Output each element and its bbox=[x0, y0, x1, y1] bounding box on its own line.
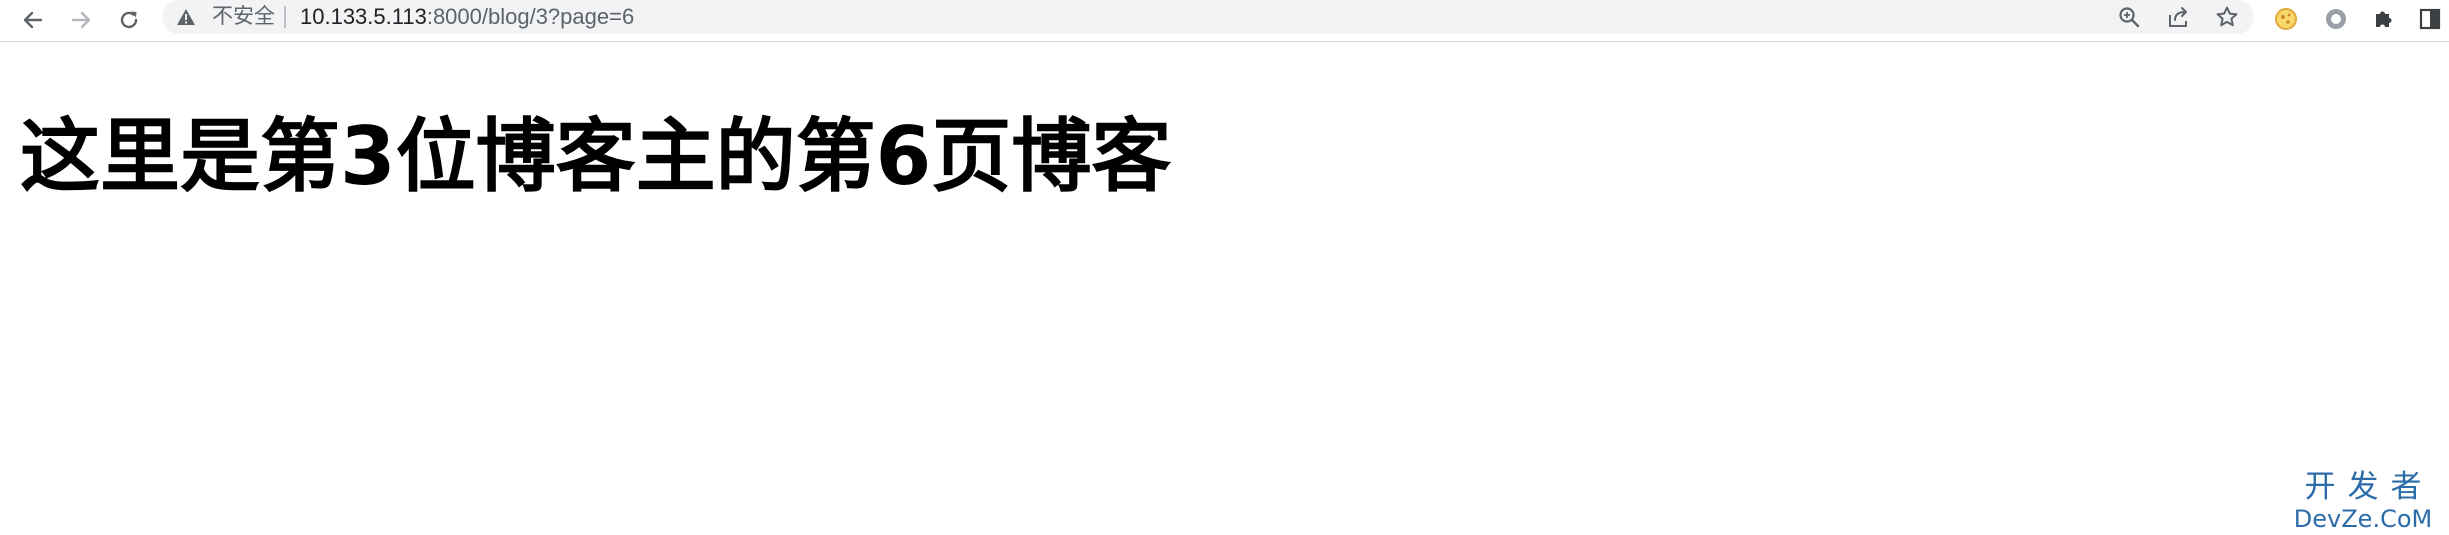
reload-button[interactable] bbox=[112, 3, 146, 37]
watermark-domain: DevZe.CoM bbox=[2293, 505, 2433, 533]
reload-icon bbox=[120, 11, 138, 29]
site-watermark: 开发者 DevZe.CoM bbox=[2289, 469, 2437, 533]
side-panel-icon bbox=[2419, 8, 2441, 30]
arrow-left-icon bbox=[23, 11, 43, 29]
url-host: 10.133.5.113 bbox=[300, 4, 427, 29]
url-text[interactable]: 10.133.5.113:8000/blog/3?page=6 bbox=[300, 4, 634, 30]
circle-extension-button[interactable] bbox=[2320, 3, 2352, 35]
bookmark-button[interactable] bbox=[2212, 2, 2242, 32]
zoom-button[interactable] bbox=[2114, 2, 2144, 32]
share-icon bbox=[2169, 7, 2187, 27]
page-heading: 这里是第3位博客主的第6页博客 bbox=[20, 110, 1172, 203]
share-button[interactable] bbox=[2164, 2, 2194, 32]
warning-triangle-icon bbox=[177, 9, 195, 25]
side-panel-button[interactable] bbox=[2414, 3, 2446, 35]
extensions-button[interactable] bbox=[2368, 3, 2400, 35]
browser-toolbar: 不安全 10.133.5.113:8000/blog/3?page=6 bbox=[0, 0, 2449, 42]
back-button[interactable] bbox=[16, 3, 50, 37]
puzzle-icon bbox=[2376, 11, 2392, 27]
url-path: :8000/blog/3?page=6 bbox=[426, 4, 635, 29]
cookie-extension-button[interactable] bbox=[2270, 3, 2302, 35]
forward-button[interactable] bbox=[64, 3, 98, 37]
arrow-right-icon bbox=[71, 11, 91, 29]
address-bar[interactable]: 不安全 10.133.5.113:8000/blog/3?page=6 bbox=[162, 0, 2254, 34]
omnibox-separator bbox=[284, 6, 286, 28]
circle-extension-icon bbox=[2326, 9, 2346, 29]
zoom-icon bbox=[2119, 7, 2140, 28]
cookie-extension-icon bbox=[2275, 8, 2297, 30]
watermark-chinese: 开发者 bbox=[2304, 469, 2434, 505]
star-icon bbox=[2216, 6, 2238, 27]
security-status[interactable]: 不安全 bbox=[212, 5, 275, 29]
